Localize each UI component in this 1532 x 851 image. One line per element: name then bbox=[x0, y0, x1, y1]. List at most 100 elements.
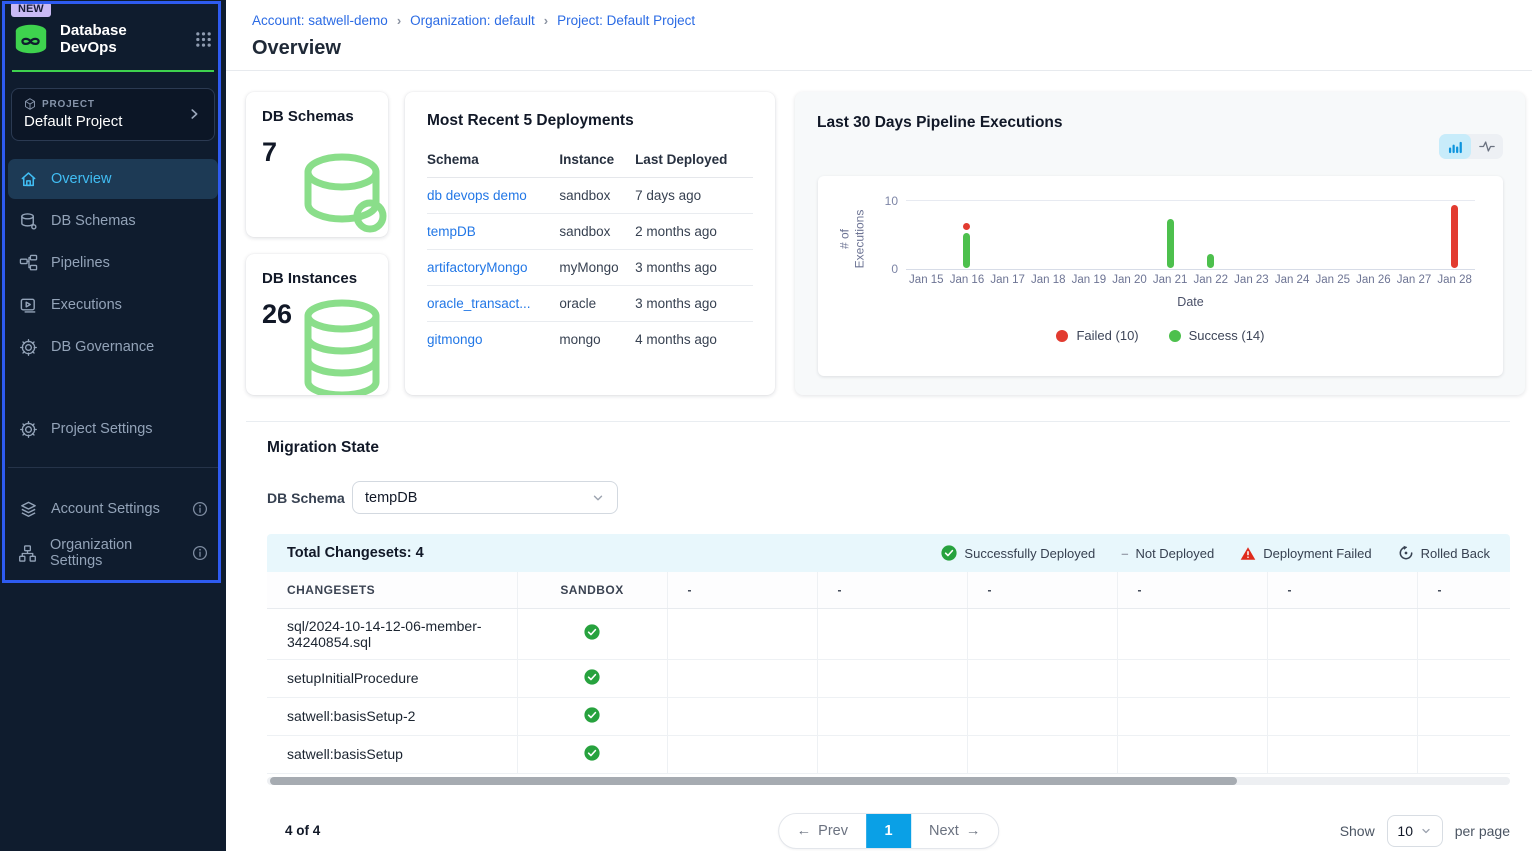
db-schemas-stat-card: DB Schemas 7 bbox=[246, 92, 388, 237]
project-selector[interactable]: PROJECT Default Project bbox=[11, 88, 215, 141]
layers-icon bbox=[18, 500, 38, 519]
status-legend-item: Successfully Deployed bbox=[941, 545, 1095, 561]
sandbox-status-cell bbox=[517, 659, 667, 697]
gear-icon bbox=[18, 338, 38, 357]
migration-body: sql/2024-10-14-12-06-member-34240854.sql… bbox=[267, 608, 1510, 773]
changeset-row: satwell:basisSetup bbox=[267, 735, 1510, 773]
chart-bar-slot bbox=[1190, 201, 1231, 269]
deployments-column-header: Instance bbox=[559, 144, 635, 178]
info-icon[interactable] bbox=[192, 545, 208, 561]
empty-cell bbox=[1117, 735, 1267, 773]
failed-bar[interactable] bbox=[963, 223, 970, 230]
success-bar[interactable] bbox=[1207, 254, 1214, 268]
arrow-left-icon: ← bbox=[797, 823, 812, 839]
check-circle-icon bbox=[584, 624, 600, 640]
status-legend-label: Rolled Back bbox=[1421, 546, 1490, 561]
deployments-column-header: Schema bbox=[427, 144, 559, 178]
schema-link[interactable]: oracle_transact... bbox=[427, 296, 531, 311]
line-chart-icon[interactable] bbox=[1471, 134, 1503, 159]
app-switcher-grid-icon[interactable] bbox=[195, 31, 212, 48]
breadcrumb-organization-link[interactable]: Organization: default bbox=[410, 13, 535, 28]
empty-cell bbox=[817, 735, 967, 773]
sidebar-item-organization-settings[interactable]: Organization Settings bbox=[8, 532, 218, 574]
chart-title: Last 30 Days Pipeline Executions bbox=[817, 114, 1503, 132]
per-page-select[interactable]: 10 bbox=[1387, 815, 1443, 847]
horizontal-scrollbar-thumb[interactable] bbox=[270, 777, 1237, 785]
sidebar-item-db-schemas[interactable]: DB Schemas bbox=[8, 201, 218, 241]
chart-bar-slot bbox=[1272, 201, 1313, 269]
schema-link[interactable]: tempDB bbox=[427, 224, 476, 239]
migration-table-scroll-area: CHANGESETSSANDBOX------ sql/2024-10-14-1… bbox=[267, 572, 1510, 774]
check-circle-icon bbox=[584, 745, 600, 761]
changeset-row: satwell:basisSetup-2 bbox=[267, 697, 1510, 735]
page-1-button[interactable]: 1 bbox=[866, 813, 911, 849]
legend-dot-icon bbox=[1169, 330, 1181, 342]
db-schema-selected-value: tempDB bbox=[365, 490, 591, 506]
sidebar-item-db-governance[interactable]: DB Governance bbox=[8, 327, 218, 367]
info-icon[interactable] bbox=[192, 501, 208, 517]
empty-cell bbox=[1417, 735, 1510, 773]
sidebar-item-pipelines[interactable]: Pipelines bbox=[8, 243, 218, 283]
status-legend-item: Rolled Back bbox=[1398, 545, 1490, 561]
changeset-name-cell: satwell:basisSetup bbox=[267, 735, 517, 773]
chart-bar-slot bbox=[1353, 201, 1394, 269]
deployments-table: SchemaInstanceLast Deployed db devops de… bbox=[427, 144, 753, 357]
prev-page-button[interactable]: ← Prev bbox=[779, 813, 866, 849]
x-tick-label: Jan 21 bbox=[1150, 274, 1191, 286]
chart-legend-item[interactable]: Success (14) bbox=[1169, 328, 1265, 343]
breadcrumb-account-link[interactable]: Account: satwell-demo bbox=[252, 13, 388, 28]
x-tick-label: Jan 20 bbox=[1109, 274, 1150, 286]
x-tick-label: Jan 19 bbox=[1069, 274, 1110, 286]
success-bar[interactable] bbox=[1167, 219, 1174, 268]
chart-bar-slot bbox=[1231, 201, 1272, 269]
x-tick-label: Jan 24 bbox=[1272, 274, 1313, 286]
sidebar-item-label: Project Settings bbox=[51, 421, 153, 437]
schema-link[interactable]: artifactoryMongo bbox=[427, 260, 528, 275]
migration-column-header: CHANGESETS bbox=[267, 572, 517, 608]
bar-chart-icon[interactable] bbox=[1439, 134, 1471, 159]
x-tick-label: Jan 17 bbox=[987, 274, 1028, 286]
database-stack-outline-icon bbox=[290, 296, 388, 395]
breadcrumb: Account: satwell-demo › Organization: de… bbox=[252, 13, 1508, 28]
chart-plot: 10 0 bbox=[906, 200, 1475, 270]
rollback-icon bbox=[1398, 545, 1414, 561]
status-legend-item: Deployment Failed bbox=[1240, 546, 1371, 561]
x-tick-label: Jan 25 bbox=[1312, 274, 1353, 286]
total-changesets-bar: Total Changesets: 4 Successfully Deploye… bbox=[267, 534, 1510, 572]
failed-bar[interactable] bbox=[1451, 205, 1458, 268]
sidebar-item-executions[interactable]: Executions bbox=[8, 285, 218, 325]
deployments-column-header: Last Deployed bbox=[635, 144, 753, 178]
schema-link[interactable]: db devops demo bbox=[427, 188, 527, 203]
status-legend-item: –Not Deployed bbox=[1121, 546, 1214, 561]
migration-title: Migration State bbox=[267, 422, 1510, 457]
org-icon bbox=[18, 544, 37, 563]
deployment-instance-cell: oracle bbox=[559, 286, 635, 322]
sandbox-status-cell bbox=[517, 608, 667, 659]
sandbox-status-cell bbox=[517, 735, 667, 773]
chart-bar-slot bbox=[987, 201, 1028, 269]
success-bar[interactable] bbox=[963, 233, 970, 268]
sidebar-item-overview[interactable]: Overview bbox=[8, 159, 218, 199]
breadcrumb-project-link[interactable]: Project: Default Project bbox=[557, 13, 695, 28]
check-circle-icon bbox=[584, 669, 600, 685]
app-logo-database-icon bbox=[12, 23, 50, 56]
deployment-last-deployed-cell: 7 days ago bbox=[635, 178, 753, 214]
pagination: 4 of 4 ← Prev 1 Next → Show bbox=[267, 813, 1510, 849]
schema-link[interactable]: gitmongo bbox=[427, 332, 483, 347]
empty-cell bbox=[1417, 608, 1510, 659]
sidebar-item-label: Executions bbox=[51, 297, 122, 313]
changeset-name-cell: satwell:basisSetup-2 bbox=[267, 697, 517, 735]
chart-legend-item[interactable]: Failed (10) bbox=[1056, 328, 1138, 343]
pipeline-icon bbox=[18, 254, 38, 273]
chart-bar-slot bbox=[947, 201, 988, 269]
deployment-schema-cell: tempDB bbox=[427, 214, 559, 250]
sidebar-item-account-settings[interactable]: Account Settings bbox=[8, 488, 218, 530]
x-tick-label: Jan 28 bbox=[1434, 274, 1475, 286]
next-page-button[interactable]: Next → bbox=[911, 813, 998, 849]
gear-icon bbox=[18, 420, 38, 439]
db-schema-select[interactable]: tempDB bbox=[352, 481, 618, 514]
sidebar-item-project-settings[interactable]: Project Settings bbox=[8, 409, 218, 449]
per-page-value: 10 bbox=[1397, 823, 1413, 839]
deployment-last-deployed-cell: 3 months ago bbox=[635, 250, 753, 286]
new-badge: NEW bbox=[11, 2, 51, 17]
